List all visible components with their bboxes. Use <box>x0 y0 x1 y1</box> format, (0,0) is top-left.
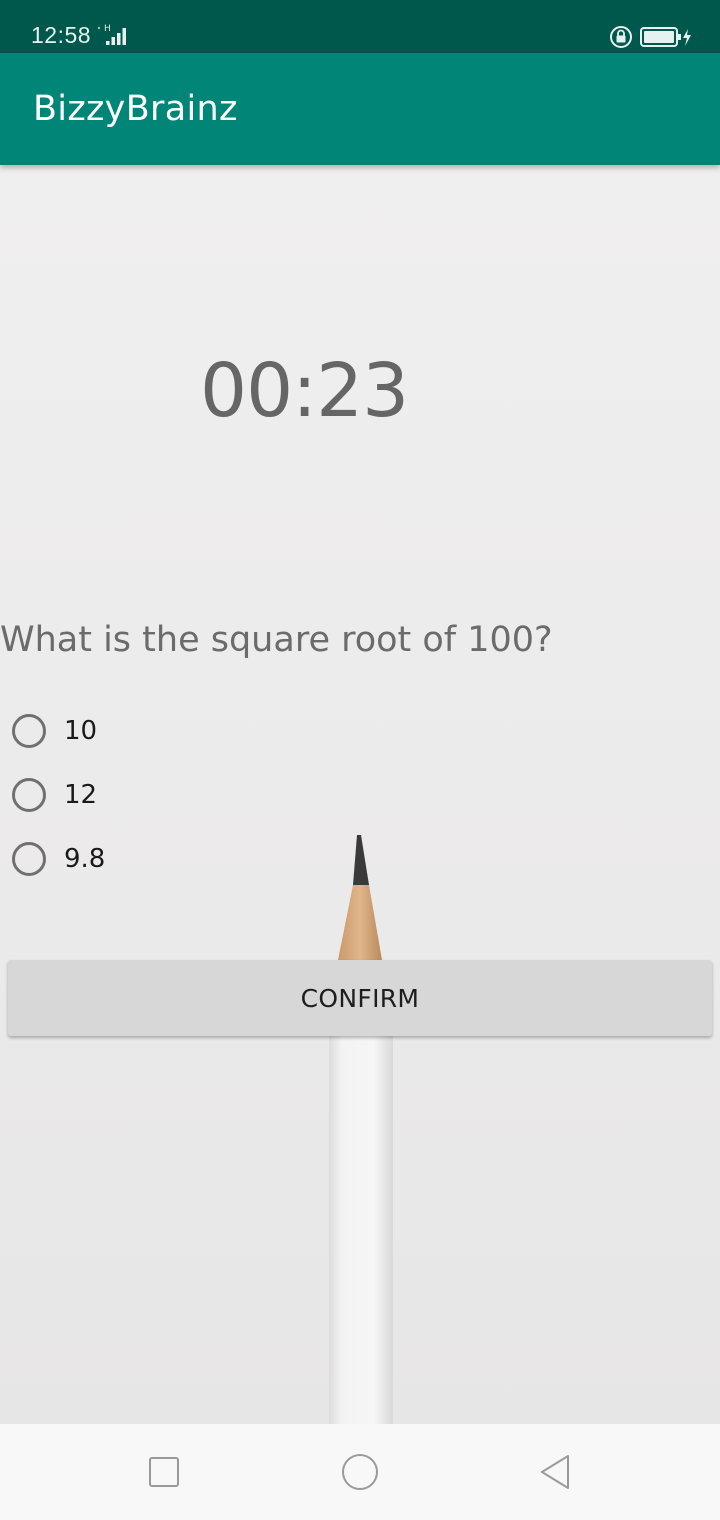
status-bar: 12:58 H <box>0 0 720 53</box>
radio-button[interactable] <box>12 714 46 748</box>
home-circle-icon[interactable] <box>340 1452 380 1492</box>
timer: 00:23 <box>200 348 409 434</box>
confirm-button-label: CONFIRM <box>300 983 420 1013</box>
radio-button[interactable] <box>12 842 46 876</box>
option-12[interactable]: 12 <box>12 775 97 815</box>
battery-charging-icon <box>640 27 691 47</box>
signal-icon: H <box>97 24 126 45</box>
network-type-label: H <box>104 24 111 34</box>
confirm-button[interactable]: CONFIRM <box>8 960 712 1036</box>
back-triangle-icon[interactable] <box>536 1452 576 1492</box>
recents-square-icon[interactable] <box>144 1452 184 1492</box>
option-label: 12 <box>64 780 98 810</box>
app-bar: BizzyBrainz <box>0 53 720 165</box>
option-9-8[interactable]: 9.8 <box>12 839 105 879</box>
status-time: 12:58 <box>31 22 92 48</box>
option-label: 9.8 <box>64 844 106 874</box>
quiz-screen: 00:23 What is the square root of 100? 10… <box>0 165 720 1424</box>
app-title: BizzyBrainz <box>33 89 238 129</box>
navigation-bar <box>0 1424 720 1520</box>
option-label: 10 <box>64 716 98 746</box>
radio-button[interactable] <box>12 778 46 812</box>
option-10[interactable]: 10 <box>12 711 97 751</box>
vpn-lock-icon <box>610 26 632 48</box>
question-text: What is the square root of 100? <box>0 620 553 660</box>
